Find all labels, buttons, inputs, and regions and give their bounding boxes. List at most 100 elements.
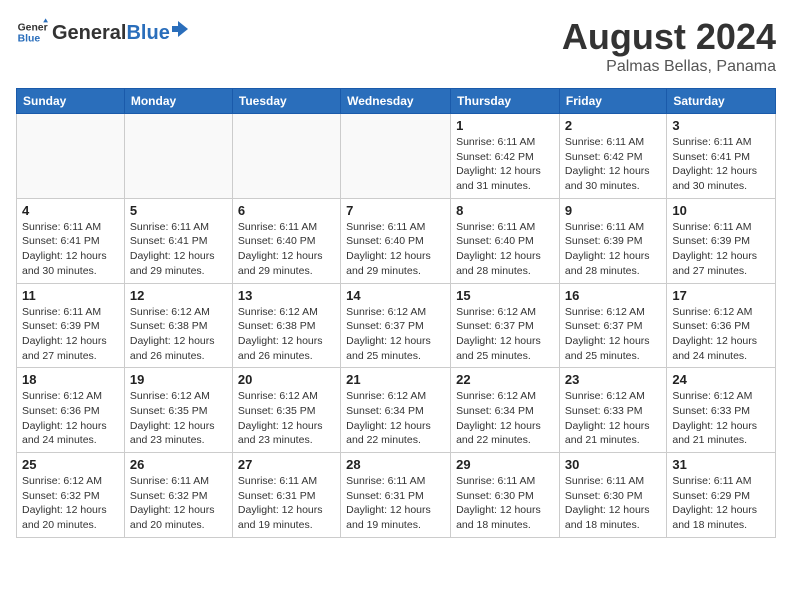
day-number: 28 bbox=[346, 457, 445, 472]
calendar-week-row: 18Sunrise: 6:12 AM Sunset: 6:36 PM Dayli… bbox=[17, 368, 776, 453]
calendar-cell: 14 Sunrise: 6:12 AM Sunset: 6:37 PM Dayli… bbox=[341, 283, 451, 368]
day-info: Sunrise: 6:11 AM Sunset: 6:32 PM Dayligh… bbox=[130, 474, 227, 533]
calendar-cell: 21 Sunrise: 6:12 AM Sunset: 6:34 PM Dayli… bbox=[341, 368, 451, 453]
day-info: Sunrise: 6:11 AM Sunset: 6:42 PM Dayligh… bbox=[565, 135, 661, 194]
weekday-header-wednesday: Wednesday bbox=[341, 89, 451, 114]
day-number: 13 bbox=[238, 288, 335, 303]
logo: General Blue General Blue bbox=[16, 16, 190, 48]
day-number: 29 bbox=[456, 457, 554, 472]
day-number: 24 bbox=[672, 372, 770, 387]
day-number: 2 bbox=[565, 118, 661, 133]
svg-text:Blue: Blue bbox=[18, 34, 41, 45]
day-info: Sunrise: 6:12 AM Sunset: 6:37 PM Dayligh… bbox=[456, 305, 554, 364]
calendar-header: SundayMondayTuesdayWednesdayThursdayFrid… bbox=[17, 89, 776, 114]
day-number: 6 bbox=[238, 203, 335, 218]
day-info: Sunrise: 6:11 AM Sunset: 6:41 PM Dayligh… bbox=[22, 220, 119, 279]
day-number: 15 bbox=[456, 288, 554, 303]
day-info: Sunrise: 6:12 AM Sunset: 6:38 PM Dayligh… bbox=[238, 305, 335, 364]
day-number: 10 bbox=[672, 203, 770, 218]
calendar-cell: 18Sunrise: 6:12 AM Sunset: 6:36 PM Dayli… bbox=[17, 368, 125, 453]
logo-icon: General Blue bbox=[16, 16, 48, 48]
calendar-cell: 9Sunrise: 6:11 AM Sunset: 6:39 PM Daylig… bbox=[559, 198, 666, 283]
day-info: Sunrise: 6:12 AM Sunset: 6:35 PM Dayligh… bbox=[130, 389, 227, 448]
day-number: 16 bbox=[565, 288, 661, 303]
day-info: Sunrise: 6:12 AM Sunset: 6:32 PM Dayligh… bbox=[22, 474, 119, 533]
day-number: 14 bbox=[346, 288, 445, 303]
day-info: Sunrise: 6:11 AM Sunset: 6:41 PM Dayligh… bbox=[130, 220, 227, 279]
day-info: Sunrise: 6:12 AM Sunset: 6:34 PM Dayligh… bbox=[346, 389, 445, 448]
calendar-cell: 19Sunrise: 6:12 AM Sunset: 6:35 PM Dayli… bbox=[124, 368, 232, 453]
day-info: Sunrise: 6:11 AM Sunset: 6:39 PM Dayligh… bbox=[672, 220, 770, 279]
weekday-row: SundayMondayTuesdayWednesdayThursdayFrid… bbox=[17, 89, 776, 114]
calendar-cell: 7Sunrise: 6:11 AM Sunset: 6:40 PM Daylig… bbox=[341, 198, 451, 283]
calendar-cell: 15 Sunrise: 6:12 AM Sunset: 6:37 PM Dayli… bbox=[451, 283, 560, 368]
logo-general-text: General bbox=[52, 22, 126, 45]
day-number: 1 bbox=[456, 118, 554, 133]
weekday-header-friday: Friday bbox=[559, 89, 666, 114]
calendar-cell: 13 Sunrise: 6:12 AM Sunset: 6:38 PM Dayli… bbox=[232, 283, 340, 368]
weekday-header-monday: Monday bbox=[124, 89, 232, 114]
logo-blue-text: Blue bbox=[126, 22, 169, 45]
day-number: 21 bbox=[346, 372, 445, 387]
calendar-week-row: 11 Sunrise: 6:11 AM Sunset: 6:39 PM Dayli… bbox=[17, 283, 776, 368]
calendar-cell: 2 Sunrise: 6:11 AM Sunset: 6:42 PM Daylig… bbox=[559, 114, 666, 199]
day-info: Sunrise: 6:11 AM Sunset: 6:40 PM Dayligh… bbox=[238, 220, 335, 279]
day-number: 22 bbox=[456, 372, 554, 387]
title-block: August 2024 Palmas Bellas, Panama bbox=[562, 16, 776, 76]
calendar-week-row: 1 Sunrise: 6:11 AM Sunset: 6:42 PM Daylig… bbox=[17, 114, 776, 199]
calendar-week-row: 4 Sunrise: 6:11 AM Sunset: 6:41 PM Daylig… bbox=[17, 198, 776, 283]
calendar-cell: 17 Sunrise: 6:12 AM Sunset: 6:36 PM Dayli… bbox=[667, 283, 776, 368]
day-number: 26 bbox=[130, 457, 227, 472]
day-info: Sunrise: 6:12 AM Sunset: 6:37 PM Dayligh… bbox=[346, 305, 445, 364]
day-info: Sunrise: 6:12 AM Sunset: 6:34 PM Dayligh… bbox=[456, 389, 554, 448]
calendar-cell bbox=[232, 114, 340, 199]
day-info: Sunrise: 6:11 AM Sunset: 6:40 PM Dayligh… bbox=[456, 220, 554, 279]
calendar-cell: 30 Sunrise: 6:11 AM Sunset: 6:30 PM Dayli… bbox=[559, 453, 666, 538]
day-number: 12 bbox=[130, 288, 227, 303]
calendar-week-row: 25 Sunrise: 6:12 AM Sunset: 6:32 PM Dayli… bbox=[17, 453, 776, 538]
location-subtitle: Palmas Bellas, Panama bbox=[562, 58, 776, 76]
day-info: Sunrise: 6:12 AM Sunset: 6:36 PM Dayligh… bbox=[672, 305, 770, 364]
day-info: Sunrise: 6:11 AM Sunset: 6:41 PM Dayligh… bbox=[672, 135, 770, 194]
day-info: Sunrise: 6:12 AM Sunset: 6:35 PM Dayligh… bbox=[238, 389, 335, 448]
day-info: Sunrise: 6:11 AM Sunset: 6:31 PM Dayligh… bbox=[238, 474, 335, 533]
day-info: Sunrise: 6:11 AM Sunset: 6:42 PM Dayligh… bbox=[456, 135, 554, 194]
calendar-cell: 27 Sunrise: 6:11 AM Sunset: 6:31 PM Dayli… bbox=[232, 453, 340, 538]
calendar-body: 1 Sunrise: 6:11 AM Sunset: 6:42 PM Daylig… bbox=[17, 114, 776, 538]
day-number: 18 bbox=[22, 372, 119, 387]
calendar-cell: 22 Sunrise: 6:12 AM Sunset: 6:34 PM Dayli… bbox=[451, 368, 560, 453]
calendar-cell: 31 Sunrise: 6:11 AM Sunset: 6:29 PM Dayli… bbox=[667, 453, 776, 538]
weekday-header-tuesday: Tuesday bbox=[232, 89, 340, 114]
weekday-header-thursday: Thursday bbox=[451, 89, 560, 114]
calendar-cell: 5Sunrise: 6:11 AM Sunset: 6:41 PM Daylig… bbox=[124, 198, 232, 283]
calendar-cell: 24 Sunrise: 6:12 AM Sunset: 6:33 PM Dayli… bbox=[667, 368, 776, 453]
day-number: 4 bbox=[22, 203, 119, 218]
day-info: Sunrise: 6:11 AM Sunset: 6:39 PM Dayligh… bbox=[22, 305, 119, 364]
day-number: 11 bbox=[22, 288, 119, 303]
weekday-header-saturday: Saturday bbox=[667, 89, 776, 114]
day-info: Sunrise: 6:12 AM Sunset: 6:33 PM Dayligh… bbox=[672, 389, 770, 448]
day-number: 25 bbox=[22, 457, 119, 472]
calendar-cell bbox=[341, 114, 451, 199]
day-info: Sunrise: 6:11 AM Sunset: 6:30 PM Dayligh… bbox=[565, 474, 661, 533]
day-number: 30 bbox=[565, 457, 661, 472]
calendar-cell: 11 Sunrise: 6:11 AM Sunset: 6:39 PM Dayli… bbox=[17, 283, 125, 368]
weekday-header-sunday: Sunday bbox=[17, 89, 125, 114]
day-number: 17 bbox=[672, 288, 770, 303]
day-number: 31 bbox=[672, 457, 770, 472]
calendar-cell: 20Sunrise: 6:12 AM Sunset: 6:35 PM Dayli… bbox=[232, 368, 340, 453]
calendar-cell: 8Sunrise: 6:11 AM Sunset: 6:40 PM Daylig… bbox=[451, 198, 560, 283]
day-info: Sunrise: 6:11 AM Sunset: 6:29 PM Dayligh… bbox=[672, 474, 770, 533]
month-year-title: August 2024 bbox=[562, 16, 776, 58]
day-number: 27 bbox=[238, 457, 335, 472]
day-number: 3 bbox=[672, 118, 770, 133]
day-info: Sunrise: 6:12 AM Sunset: 6:38 PM Dayligh… bbox=[130, 305, 227, 364]
calendar-cell: 1 Sunrise: 6:11 AM Sunset: 6:42 PM Daylig… bbox=[451, 114, 560, 199]
logo-arrow-icon bbox=[170, 19, 190, 39]
day-info: Sunrise: 6:11 AM Sunset: 6:39 PM Dayligh… bbox=[565, 220, 661, 279]
calendar-cell: 29 Sunrise: 6:11 AM Sunset: 6:30 PM Dayli… bbox=[451, 453, 560, 538]
day-info: Sunrise: 6:11 AM Sunset: 6:30 PM Dayligh… bbox=[456, 474, 554, 533]
calendar-cell bbox=[17, 114, 125, 199]
calendar-cell: 25 Sunrise: 6:12 AM Sunset: 6:32 PM Dayli… bbox=[17, 453, 125, 538]
calendar-cell: 10 Sunrise: 6:11 AM Sunset: 6:39 PM Dayli… bbox=[667, 198, 776, 283]
